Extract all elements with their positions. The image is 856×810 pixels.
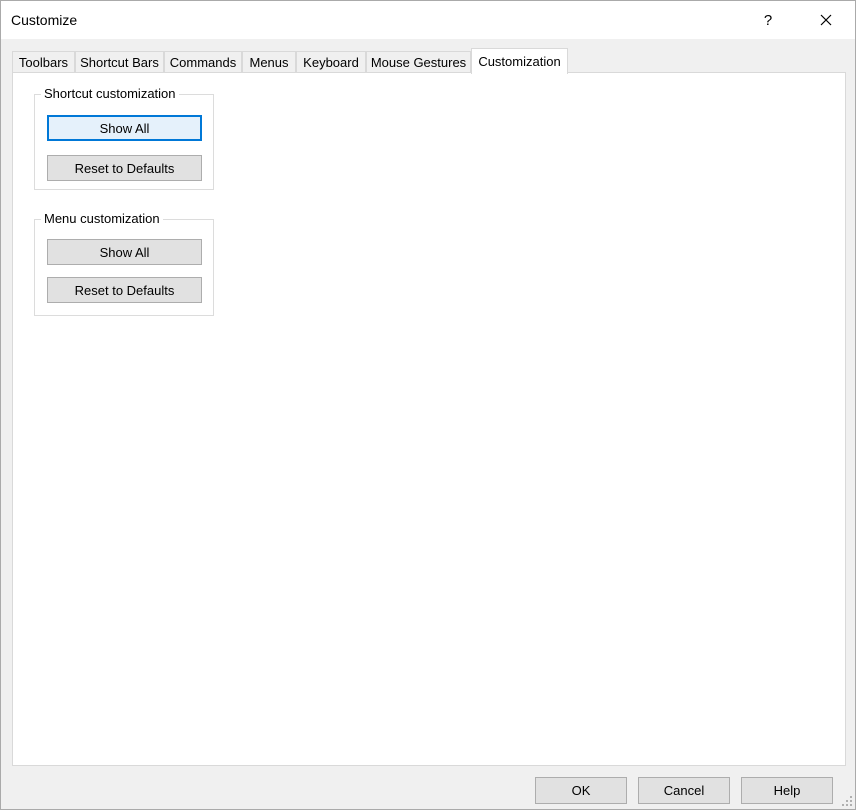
tab-toolbars[interactable]: Toolbars [12,51,75,73]
question-mark-icon: ? [763,11,773,29]
button-label: Reset to Defaults [74,282,175,298]
button-label: Cancel [663,783,705,798]
tab-label: Toolbars [18,55,69,70]
tab-shortcut-bars[interactable]: Shortcut Bars [75,51,164,73]
button-label: OK [571,783,591,798]
help-title-button[interactable]: ? [745,1,791,39]
group-label: Menu customization [41,211,163,227]
button-label: Show All [99,244,150,260]
tab-label: Mouse Gestures [370,55,467,70]
title-bar: Customize ? [1,1,855,39]
tab-label: Menus [249,55,289,70]
button-label: Reset to Defaults [74,160,175,176]
tab-label: Commands [169,55,237,70]
shortcut-reset-defaults-button[interactable]: Reset to Defaults [47,155,202,181]
menu-show-all-button[interactable]: Show All [47,239,202,265]
group-label: Shortcut customization [41,86,179,102]
shortcut-show-all-button[interactable]: Show All [47,115,202,141]
close-icon [820,14,832,26]
tab-label: Keyboard [303,55,359,70]
tab-commands[interactable]: Commands [164,51,242,73]
close-button[interactable] [803,1,849,39]
menu-reset-defaults-button[interactable]: Reset to Defaults [47,277,202,303]
tab-panel-customization: Shortcut customization Show All Reset to… [12,72,846,766]
menu-customization-group: Menu customization Show All Reset to Def… [34,211,214,316]
tab-menus[interactable]: Menus [242,51,296,73]
button-label: Show All [99,120,150,136]
resize-grip-icon[interactable] [841,795,853,807]
ok-button[interactable]: OK [535,777,627,804]
window-title: Customize [11,12,78,28]
tab-mouse-gestures[interactable]: Mouse Gestures [366,51,471,73]
help-button[interactable]: Help [741,777,833,804]
cancel-button[interactable]: Cancel [638,777,730,804]
shortcut-customization-group: Shortcut customization Show All Reset to… [34,86,214,190]
tab-label: Shortcut Bars [80,55,159,70]
button-label: Help [773,783,801,798]
tab-strip: Toolbars Shortcut Bars Commands Menus Ke… [12,48,846,74]
tab-keyboard[interactable]: Keyboard [296,51,366,73]
customize-dialog: Customize ? Toolbars Shortcut Bars Comma… [0,0,856,810]
tab-customization[interactable]: Customization [471,48,568,74]
tab-label: Customization [478,54,561,69]
